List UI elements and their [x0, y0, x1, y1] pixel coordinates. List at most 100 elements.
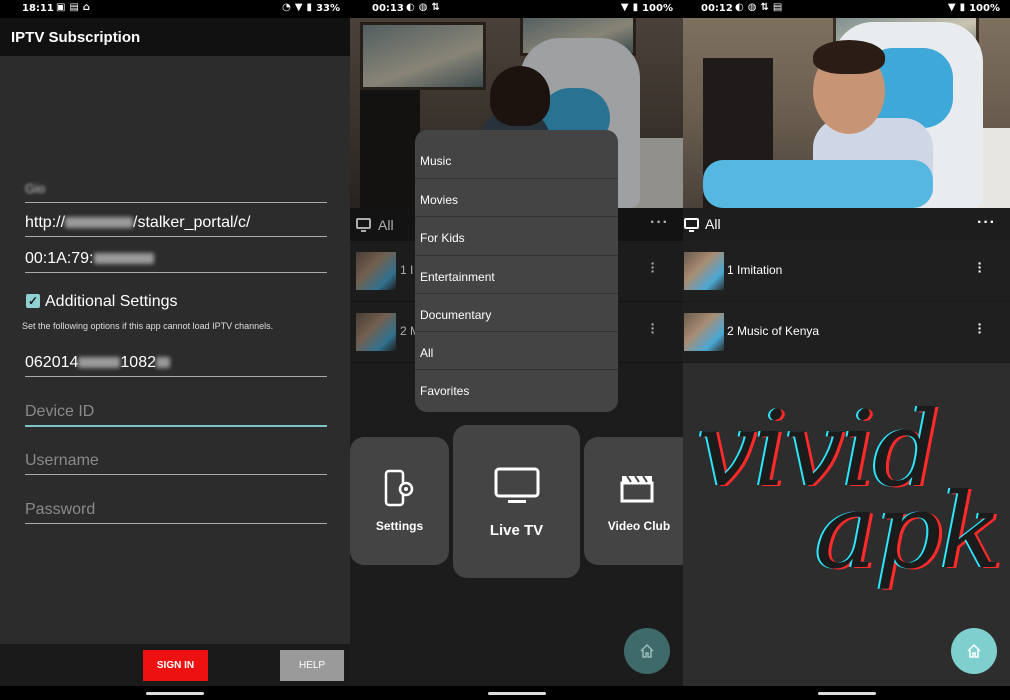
category-menu: Music Movies For Kids Entertainment Docu… [415, 130, 618, 412]
system-icons: ▼ ▮ 100% [948, 2, 1000, 14]
home-button[interactable] [951, 628, 997, 674]
system-icons: ▼ ▮ 100% [621, 2, 673, 14]
sign-in-button[interactable]: SIGN IN [143, 650, 208, 681]
menu-item-favorites[interactable]: Favorites [415, 370, 618, 408]
mac-address-field[interactable]: 00:1A:79: [25, 250, 327, 273]
redacted-serial-b [155, 357, 170, 369]
settings-tile[interactable]: Settings [350, 437, 449, 565]
home-gesture-bar[interactable] [817, 692, 876, 695]
image-icon: ▤ [69, 2, 79, 13]
app-icon: ◐ [735, 2, 744, 13]
menu-item-label: Entertainment [420, 269, 495, 284]
image-icon: ▤ [772, 2, 783, 13]
sync-icon: ⇅ [760, 2, 769, 13]
menu-item-documentary[interactable]: Documentary [415, 294, 618, 333]
status-bar: 18:11 ▣ ▤ ⌂ ◔ ▼ ▮ 33% [0, 0, 350, 18]
menu-item-label: Favorites [420, 384, 470, 399]
menu-item-entertainment[interactable]: Entertainment [415, 256, 618, 294]
status-bar: 00:13 ◐ ◍ ⇅ ▼ ▮ 100% [350, 0, 683, 18]
navigation-bar [350, 686, 683, 700]
category-menu-screen: 00:13 ◐ ◍ ⇅ ▼ ▮ 100% All ··· 1 I · · · 2 M [350, 0, 683, 700]
name-field[interactable]: Gio [25, 180, 327, 203]
additional-settings-label: Additional Settings [45, 293, 178, 310]
username-field[interactable]: Username [25, 452, 327, 475]
additional-settings-checkbox[interactable]: ✓ [26, 294, 40, 308]
password-placeholder: Password [25, 501, 96, 518]
vpn-icon: ◍ [418, 2, 428, 13]
channel-title: 1 Imitation [727, 263, 783, 277]
more-horizontal-icon[interactable]: ··· [977, 214, 996, 232]
username-placeholder: Username [25, 452, 99, 469]
tv-icon [684, 218, 699, 232]
video-preview[interactable] [683, 18, 1010, 208]
serial-number-field[interactable]: 062014 1082 [25, 354, 327, 377]
home-icon [967, 643, 981, 658]
app-icon: ◐ [406, 2, 415, 13]
monitor-icon [494, 467, 540, 503]
menu-item-movies[interactable]: Movies [415, 179, 618, 218]
status-time: 00:13 [372, 3, 404, 14]
notification-icons: ◐ ◍ ⇅ ▤ [735, 2, 782, 14]
battery-icon: ▮ [306, 2, 313, 13]
chair-tray [703, 160, 933, 208]
home-status-icon: ⌂ [82, 2, 91, 13]
menu-item-label: All [420, 346, 434, 361]
home-gesture-bar[interactable] [487, 692, 546, 695]
battery-percent: 100% [642, 2, 673, 14]
menu-item-music[interactable]: Music [415, 130, 618, 179]
menu-item-label: Movies [420, 193, 459, 207]
device-id-placeholder: Device ID [25, 403, 95, 420]
notification-icons: ◐ ◍ ⇅ [406, 2, 440, 14]
baby-hair [813, 40, 885, 74]
serial-mid: 1082 [120, 354, 156, 371]
battery-percent: 100% [969, 2, 1000, 14]
video-club-tile[interactable]: Video Club [584, 437, 683, 565]
wifi-icon: ▼ [294, 2, 303, 13]
channel-row[interactable]: 1 Imitation · · · [683, 241, 1010, 302]
iptv-subscription-screen: 18:11 ▣ ▤ ⌂ ◔ ▼ ▮ 33% IPTV Subscription … [0, 0, 350, 700]
category-label: All [705, 216, 721, 232]
home-gesture-bar[interactable] [146, 692, 204, 695]
url-prefix: http:// [25, 214, 66, 231]
home-button[interactable] [624, 628, 670, 674]
mac-prefix: 00:1A:79: [25, 250, 94, 267]
menu-item-for-kids[interactable]: For Kids [415, 217, 618, 256]
portal-url-field[interactable]: http:// /stalker_portal/c/ [25, 214, 327, 237]
wifi-icon: ▼ [947, 2, 956, 13]
channel-title: 2 Music of Kenya [727, 324, 820, 338]
channel-row[interactable]: 2 Music of Kenya · · · [683, 302, 1010, 363]
redacted-mac [93, 253, 154, 265]
channel-thumbnail [684, 252, 724, 290]
status-time: 00:12 [701, 3, 733, 14]
channel-list-screen: 00:12 ◐ ◍ ⇅ ▤ ▼ ▮ 100% All ··· 1 Imitati… [683, 0, 1010, 700]
redacted-serial-a [78, 357, 121, 369]
more-vertical-icon[interactable]: · · · [977, 317, 983, 339]
status-time: 18:11 [22, 3, 54, 14]
channel-list-header: All ··· [683, 208, 1010, 241]
video-club-label: Video Club [607, 519, 671, 533]
checkbox-icon: ✓ [27, 294, 39, 308]
watermark-logo-line2: apk [815, 470, 1003, 592]
settings-hint: Set the following options if this app ca… [22, 321, 274, 331]
battery-icon: ▮ [959, 2, 966, 13]
clapperboard-icon [620, 475, 654, 503]
status-bar: 00:12 ◐ ◍ ⇅ ▤ ▼ ▮ 100% [683, 0, 1010, 18]
live-tv-tile[interactable]: Live TV [453, 425, 580, 578]
live-tv-label: Live TV [489, 522, 544, 539]
device-id-field[interactable]: Device ID [25, 403, 327, 427]
menu-item-label: For Kids [420, 231, 465, 246]
redacted-host [65, 217, 134, 229]
wifi-icon: ▼ [620, 2, 629, 13]
page-title: IPTV Subscription [11, 29, 141, 46]
password-field[interactable]: Password [25, 501, 327, 524]
system-icons: ◔ ▼ ▮ 33% [282, 2, 340, 14]
phone-settings-icon [384, 469, 414, 507]
notification-icons: ▣ ▤ ⌂ [56, 2, 90, 14]
more-vertical-icon[interactable]: · · · [977, 256, 983, 278]
help-button[interactable]: HELP [280, 650, 344, 681]
app-bar: IPTV Subscription [0, 18, 350, 56]
menu-item-all[interactable]: All [415, 332, 618, 371]
menu-item-label: Documentary [420, 307, 492, 322]
menu-item-label: Music [420, 154, 452, 168]
message-icon: ▣ [56, 2, 66, 13]
